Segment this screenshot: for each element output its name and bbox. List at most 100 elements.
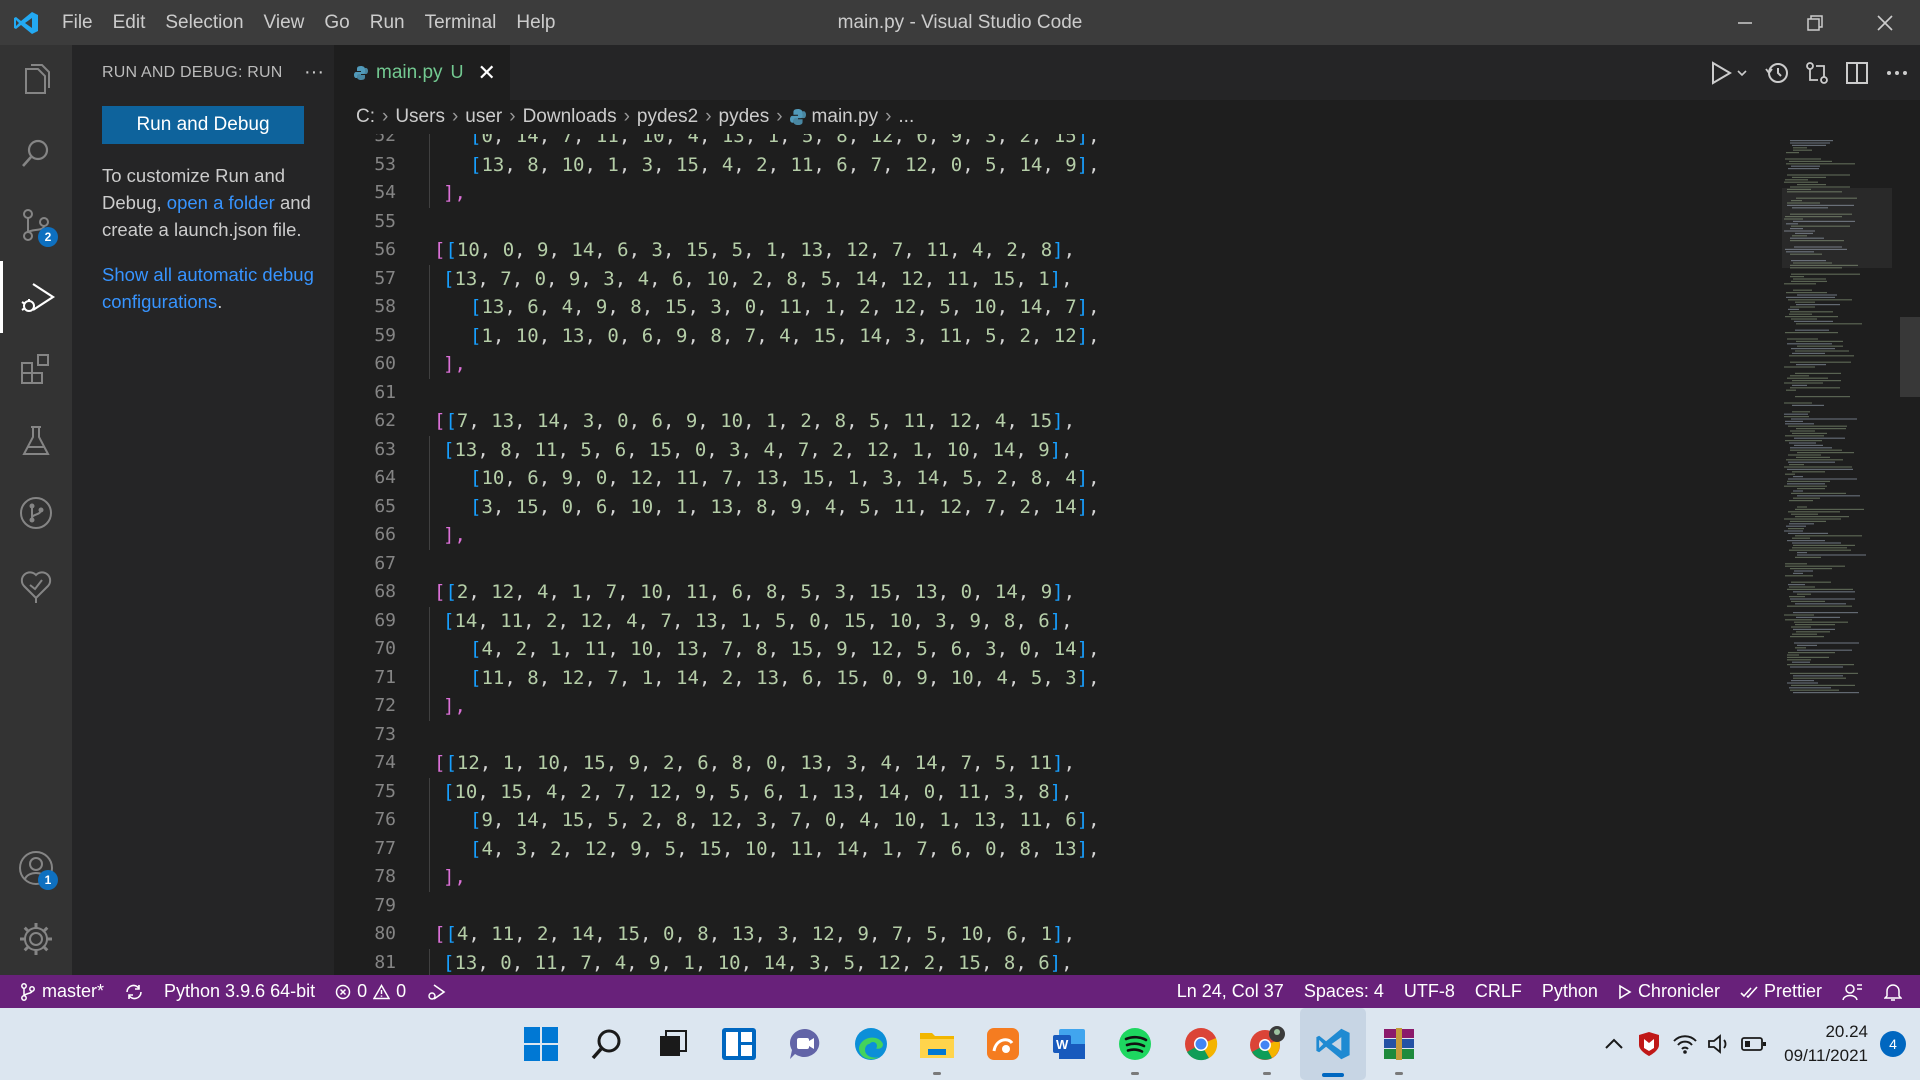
- code-line[interactable]: ],: [429, 863, 1634, 892]
- restore-button[interactable]: [1780, 0, 1850, 45]
- close-window-button[interactable]: [1850, 0, 1920, 45]
- code-line[interactable]: [[4, 11, 2, 14, 15, 0, 8, 13, 3, 12, 9, …: [434, 920, 1634, 949]
- minimap-slider[interactable]: [1782, 188, 1892, 268]
- task-view[interactable]: [640, 1008, 706, 1080]
- run-and-debug-button[interactable]: Run and Debug: [102, 106, 304, 144]
- menu-file[interactable]: File: [52, 0, 103, 45]
- code-line[interactable]: [9, 14, 15, 5, 2, 8, 12, 3, 7, 0, 4, 10,…: [429, 806, 1634, 835]
- minimize-button[interactable]: [1710, 0, 1780, 45]
- clock[interactable]: 20.24 09/11/2021: [1784, 1020, 1868, 1068]
- code-line[interactable]: [10, 15, 4, 2, 7, 12, 9, 5, 6, 1, 13, 14…: [429, 777, 1634, 806]
- code-line[interactable]: ],: [429, 692, 1634, 721]
- code-line[interactable]: [14, 11, 2, 12, 4, 7, 13, 1, 5, 0, 15, 1…: [429, 606, 1634, 635]
- menu-go[interactable]: Go: [314, 0, 359, 45]
- code-line[interactable]: [10, 6, 9, 0, 12, 11, 7, 13, 15, 1, 3, 1…: [429, 464, 1634, 493]
- spotify[interactable]: [1102, 1008, 1168, 1080]
- breadcrumb-drive[interactable]: C:: [356, 106, 375, 128]
- code-line[interactable]: [434, 892, 1634, 921]
- start-button[interactable]: [508, 1008, 574, 1080]
- breadcrumb-users[interactable]: Users: [395, 106, 445, 128]
- more-actions-icon[interactable]: [1884, 60, 1910, 86]
- tab-main-py[interactable]: main.py U ✕: [334, 45, 510, 100]
- code-line[interactable]: [1, 10, 13, 0, 6, 9, 8, 7, 4, 15, 14, 3,…: [429, 321, 1634, 350]
- encoding[interactable]: UTF-8: [1394, 981, 1465, 1002]
- close-tab-button[interactable]: ✕: [478, 60, 496, 86]
- battery-icon[interactable]: [1740, 1033, 1768, 1055]
- language-mode[interactable]: Python: [1532, 981, 1608, 1002]
- code-line[interactable]: [13, 7, 0, 9, 3, 4, 6, 10, 2, 8, 5, 14, …: [429, 264, 1634, 293]
- code-line[interactable]: [4, 3, 2, 12, 9, 5, 15, 10, 11, 14, 1, 7…: [429, 834, 1634, 863]
- notification-badge[interactable]: 4: [1880, 1031, 1906, 1057]
- code-line[interactable]: [434, 379, 1634, 408]
- cursor-position[interactable]: Ln 24, Col 37: [1167, 981, 1294, 1002]
- breadcrumb-file[interactable]: main.py: [812, 106, 879, 128]
- breadcrumb-pydes2[interactable]: pydes2: [637, 106, 698, 128]
- feedback-button[interactable]: [1832, 982, 1874, 1002]
- breadcrumb-downloads[interactable]: Downloads: [523, 106, 617, 128]
- code-line[interactable]: [[10, 0, 9, 14, 6, 3, 15, 5, 1, 13, 12, …: [434, 236, 1634, 265]
- code-line[interactable]: [0, 14, 7, 11, 10, 4, 13, 1, 5, 8, 12, 6…: [429, 134, 1634, 151]
- wifi-icon[interactable]: [1672, 1033, 1698, 1055]
- breadcrumb-symbol[interactable]: ...: [898, 106, 914, 128]
- branch-indicator[interactable]: master*: [0, 981, 114, 1002]
- prettier-button[interactable]: Prettier: [1730, 981, 1832, 1002]
- indentation[interactable]: Spaces: 4: [1294, 981, 1394, 1002]
- chronicler-button[interactable]: Chronicler: [1608, 981, 1730, 1002]
- code-lines[interactable]: [0, 14, 7, 11, 10, 4, 13, 1, 5, 8, 12, 6…: [429, 134, 1634, 975]
- activity-accounts[interactable]: 1: [0, 832, 72, 904]
- breadcrumb-user[interactable]: user: [465, 106, 502, 128]
- activity-extensions[interactable]: [0, 333, 72, 405]
- edge[interactable]: [838, 1008, 904, 1080]
- menu-terminal[interactable]: Terminal: [415, 0, 507, 45]
- code-line[interactable]: ],: [429, 350, 1634, 379]
- menu-selection[interactable]: Selection: [155, 0, 253, 45]
- activity-git-graph[interactable]: [0, 477, 72, 549]
- orange-app[interactable]: [970, 1008, 1036, 1080]
- code-line[interactable]: [[12, 1, 10, 15, 9, 2, 6, 8, 0, 13, 3, 4…: [434, 749, 1634, 778]
- code-line[interactable]: [[7, 13, 14, 3, 0, 6, 9, 10, 1, 2, 8, 5,…: [434, 407, 1634, 436]
- more-actions-button[interactable]: ···: [294, 61, 334, 84]
- widgets[interactable]: [706, 1008, 772, 1080]
- end-of-line[interactable]: CRLF: [1465, 981, 1532, 1002]
- show-debug-configurations-link[interactable]: Show all automatic debug configurations: [102, 264, 314, 312]
- breadcrumb-pydes[interactable]: pydes: [719, 106, 770, 128]
- code-line[interactable]: [434, 208, 1634, 237]
- vscode[interactable]: [1300, 1008, 1366, 1080]
- activity-search[interactable]: [0, 117, 72, 189]
- code-line[interactable]: [3, 15, 0, 6, 10, 1, 13, 8, 9, 4, 5, 11,…: [429, 492, 1634, 521]
- activity-manage[interactable]: [0, 903, 72, 975]
- code-line[interactable]: ],: [429, 521, 1634, 550]
- timeline-history-icon[interactable]: [1764, 60, 1790, 86]
- code-line[interactable]: [434, 721, 1634, 750]
- menu-run[interactable]: Run: [360, 0, 415, 45]
- code-line[interactable]: [4, 2, 1, 11, 10, 13, 7, 8, 15, 9, 12, 5…: [429, 635, 1634, 664]
- mcafee-icon[interactable]: [1636, 1031, 1662, 1057]
- python-interpreter[interactable]: Python 3.9.6 64-bit: [154, 981, 325, 1002]
- chrome[interactable]: [1168, 1008, 1234, 1080]
- code-line[interactable]: ],: [429, 179, 1634, 208]
- debug-launch-button[interactable]: [416, 982, 456, 1002]
- minimap[interactable]: [1782, 134, 1892, 975]
- scrollbar-thumb[interactable]: [1900, 317, 1920, 397]
- menu-view[interactable]: View: [254, 0, 315, 45]
- code-line[interactable]: [13, 8, 11, 5, 6, 15, 0, 3, 4, 7, 2, 12,…: [429, 435, 1634, 464]
- code-line[interactable]: [[2, 12, 4, 1, 7, 10, 11, 6, 8, 5, 3, 15…: [434, 578, 1634, 607]
- file-explorer[interactable]: [904, 1008, 970, 1080]
- word[interactable]: W: [1036, 1008, 1102, 1080]
- code-line[interactable]: [11, 8, 12, 7, 1, 14, 2, 13, 6, 15, 0, 9…: [429, 663, 1634, 692]
- winrar[interactable]: [1366, 1008, 1432, 1080]
- split-editor-icon[interactable]: [1844, 60, 1870, 86]
- code-line[interactable]: [434, 550, 1634, 579]
- chevron-up-icon[interactable]: [1602, 1034, 1626, 1054]
- menu-help[interactable]: Help: [506, 0, 565, 45]
- sync-button[interactable]: [114, 983, 154, 1001]
- code-line[interactable]: [13, 6, 4, 9, 8, 15, 3, 0, 11, 1, 2, 12,…: [429, 293, 1634, 322]
- problems-indicator[interactable]: 0 0: [325, 981, 416, 1002]
- run-python-file-icon[interactable]: [1710, 60, 1750, 86]
- code-line[interactable]: [13, 0, 11, 7, 4, 9, 1, 10, 14, 3, 5, 12…: [429, 948, 1634, 975]
- chrome-profile[interactable]: [1234, 1008, 1300, 1080]
- open-changes-icon[interactable]: [1804, 60, 1830, 86]
- activity-run-debug[interactable]: [0, 261, 72, 333]
- activity-source-control[interactable]: 2: [0, 189, 72, 261]
- code-line[interactable]: [13, 8, 10, 1, 3, 15, 4, 2, 11, 6, 7, 12…: [429, 150, 1634, 179]
